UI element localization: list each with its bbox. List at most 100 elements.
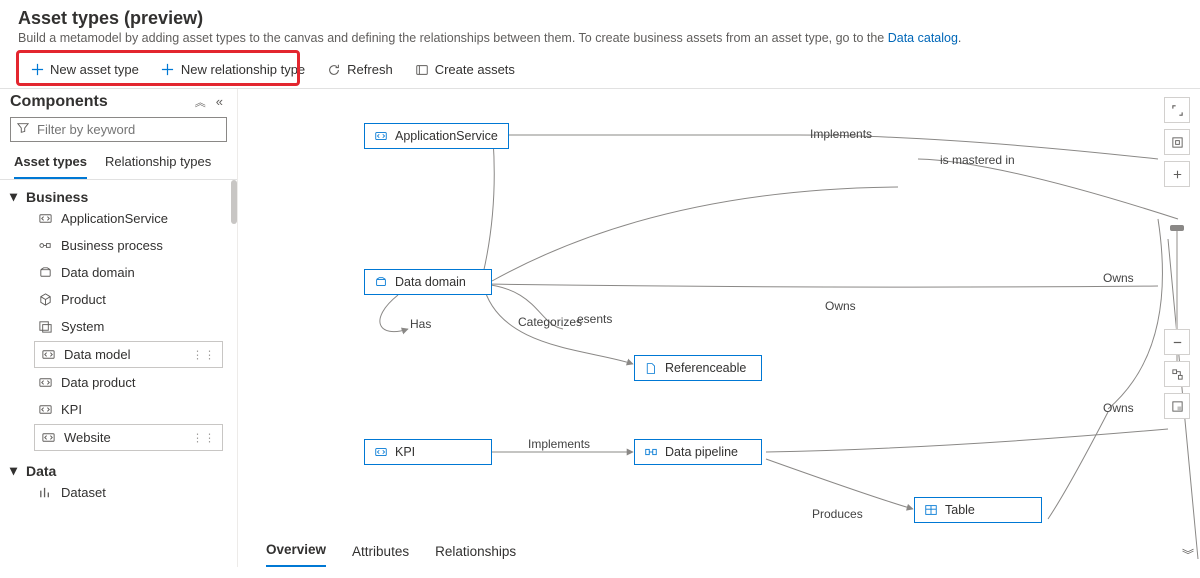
node-label: KPI bbox=[395, 445, 415, 459]
node-table[interactable]: Table bbox=[914, 497, 1042, 523]
item-label: System bbox=[61, 319, 104, 334]
canvas-toolbar bbox=[1164, 97, 1190, 187]
group-data[interactable]: ▾ Data bbox=[10, 462, 237, 479]
sidebar-item-data-model[interactable]: Data model ⋮⋮ bbox=[34, 341, 223, 368]
expand-chevron-icon[interactable]: ︾ bbox=[1182, 546, 1194, 563]
edge-label-owns: Owns bbox=[1101, 271, 1136, 285]
node-data-domain[interactable]: Data domain bbox=[364, 269, 492, 295]
cube-brackets-icon bbox=[373, 129, 388, 144]
group-business-label: Business bbox=[26, 189, 88, 205]
command-bar: New asset type New relationship type Ref… bbox=[0, 53, 1200, 89]
tab-attributes[interactable]: Attributes bbox=[352, 544, 409, 567]
item-label: Product bbox=[61, 292, 106, 307]
metamodel-canvas[interactable]: ApplicationService Data domain Reference… bbox=[238, 89, 1200, 567]
chevron-up-double-icon[interactable]: ︽ bbox=[195, 94, 206, 110]
page-title: Asset types (preview) bbox=[18, 8, 1182, 29]
tab-asset-types[interactable]: Asset types bbox=[14, 148, 87, 179]
tab-relationships[interactable]: Relationships bbox=[435, 544, 516, 567]
node-label: ApplicationService bbox=[395, 129, 498, 143]
node-label: Data domain bbox=[395, 275, 466, 289]
domain-icon bbox=[38, 265, 53, 280]
sidebar-item-dataset[interactable]: Dataset bbox=[10, 479, 237, 506]
cube-icon bbox=[38, 292, 53, 307]
sidebar-item-website[interactable]: Website ⋮⋮ bbox=[34, 424, 223, 451]
layers-icon bbox=[38, 319, 53, 334]
create-assets-button[interactable]: Create assets bbox=[405, 57, 525, 82]
asset-icon bbox=[415, 63, 429, 77]
page-subtitle: Build a metamodel by adding asset types … bbox=[18, 31, 1182, 45]
new-asset-type-button[interactable]: New asset type bbox=[20, 57, 149, 82]
node-kpi[interactable]: KPI bbox=[364, 439, 492, 465]
chart-icon bbox=[38, 485, 53, 500]
side-tabs: Asset types Relationship types bbox=[0, 148, 237, 180]
components-title: Components bbox=[10, 93, 108, 111]
refresh-button[interactable]: Refresh bbox=[317, 57, 403, 82]
process-icon bbox=[38, 238, 53, 253]
group-business[interactable]: ▾ Business bbox=[10, 188, 237, 205]
cube-brackets-icon bbox=[38, 402, 53, 417]
document-icon bbox=[643, 361, 658, 376]
node-application-service[interactable]: ApplicationService bbox=[364, 123, 509, 149]
subtitle-text: Build a metamodel by adding asset types … bbox=[18, 31, 888, 45]
sidebar-item-data-domain[interactable]: Data domain bbox=[10, 259, 237, 286]
filter-input[interactable] bbox=[35, 121, 220, 138]
sidebar-item-kpi[interactable]: KPI bbox=[10, 396, 237, 423]
table-icon bbox=[923, 503, 938, 518]
edge-label-has: Has bbox=[408, 317, 433, 331]
tab-relationship-types[interactable]: Relationship types bbox=[105, 148, 211, 179]
node-data-pipeline[interactable]: Data pipeline bbox=[634, 439, 762, 465]
new-relationship-type-button[interactable]: New relationship type bbox=[151, 57, 315, 82]
new-relationship-type-label: New relationship type bbox=[181, 62, 305, 77]
item-label: Data domain bbox=[61, 265, 135, 280]
cube-brackets-icon bbox=[41, 347, 56, 362]
edge-label-produces: Produces bbox=[810, 507, 865, 521]
caret-down-icon: ▾ bbox=[10, 188, 20, 205]
edge-label-implements-mid: Implements bbox=[526, 437, 592, 451]
caret-down-icon: ▾ bbox=[10, 462, 20, 479]
page-header: Asset types (preview) Build a metamodel … bbox=[0, 0, 1200, 53]
components-panel: Components ︽ « Asset types Relationship … bbox=[0, 89, 238, 567]
item-label: Data model bbox=[64, 347, 130, 362]
cube-brackets-icon bbox=[41, 430, 56, 445]
zoom-in-button[interactable] bbox=[1164, 161, 1190, 187]
node-label: Table bbox=[945, 503, 975, 517]
item-label: Data product bbox=[61, 375, 135, 390]
tab-overview[interactable]: Overview bbox=[266, 542, 326, 567]
collapse-chevron-icon[interactable]: « bbox=[216, 94, 223, 110]
filter-input-wrap[interactable] bbox=[10, 117, 227, 142]
edge-label-is-mastered-in: is mastered in bbox=[938, 153, 1017, 167]
node-label: Data pipeline bbox=[665, 445, 738, 459]
cube-brackets-icon bbox=[373, 445, 388, 460]
sidebar-item-system[interactable]: System bbox=[10, 313, 237, 340]
zoom-out-button[interactable] bbox=[1164, 329, 1190, 355]
detail-tabs: Overview Attributes Relationships bbox=[266, 533, 516, 567]
sidebar-item-business-process[interactable]: Business process bbox=[10, 232, 237, 259]
node-label: Referenceable bbox=[665, 361, 746, 375]
cube-brackets-icon bbox=[38, 211, 53, 226]
edge-label-owns-2: Owns bbox=[823, 299, 858, 313]
item-label: KPI bbox=[61, 402, 82, 417]
item-label: Website bbox=[64, 430, 111, 445]
zoom-slider-thumb[interactable] bbox=[1170, 225, 1184, 231]
sidebar-item-applicationservice[interactable]: ApplicationService bbox=[10, 205, 237, 232]
layout-button[interactable] bbox=[1164, 361, 1190, 387]
plus-icon bbox=[161, 63, 175, 77]
subtitle-tail: . bbox=[958, 31, 961, 45]
drag-handle-icon[interactable]: ⋮⋮ bbox=[192, 431, 216, 444]
group-data-label: Data bbox=[26, 463, 56, 479]
sidebar-item-data-product[interactable]: Data product bbox=[10, 369, 237, 396]
drag-handle-icon[interactable]: ⋮⋮ bbox=[192, 348, 216, 361]
node-referenceable[interactable]: Referenceable bbox=[634, 355, 762, 381]
new-asset-type-label: New asset type bbox=[50, 62, 139, 77]
item-label: Business process bbox=[61, 238, 163, 253]
edge-label-owns-3: Owns bbox=[1101, 401, 1136, 415]
minimap-button[interactable] bbox=[1164, 393, 1190, 419]
fullscreen-button[interactable] bbox=[1164, 97, 1190, 123]
sidebar-item-product[interactable]: Product bbox=[10, 286, 237, 313]
refresh-label: Refresh bbox=[347, 62, 393, 77]
plus-icon bbox=[30, 63, 44, 77]
edge-label-implements: Implements bbox=[808, 127, 874, 141]
data-catalog-link[interactable]: Data catalog bbox=[888, 31, 958, 45]
create-assets-label: Create assets bbox=[435, 62, 515, 77]
fit-button[interactable] bbox=[1164, 129, 1190, 155]
